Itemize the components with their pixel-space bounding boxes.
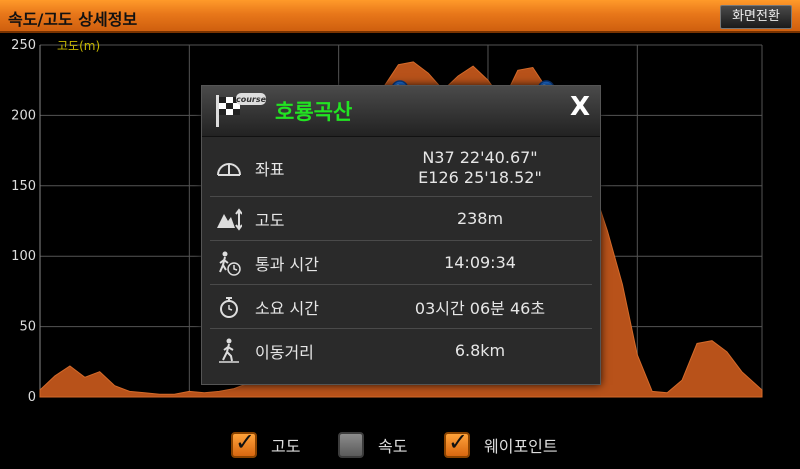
- toggle-label: 웨이포인트: [484, 437, 558, 456]
- stopwatch-icon: [220, 296, 238, 318]
- walker-clock-icon: [219, 251, 241, 276]
- toggle-waypoints[interactable]: ✓ 웨이포인트: [444, 428, 558, 460]
- toggle-label: 고도: [271, 437, 301, 456]
- y-axis-ticks: 250 200 150 100 50 0: [11, 38, 36, 403]
- detail-label: 통과 시간: [255, 254, 319, 274]
- y-tick-label: 200: [11, 108, 36, 123]
- detail-value-coordinates: N37 22'40.67" E126 25'18.52": [380, 148, 580, 188]
- waypoint-info-popup: course 호룡곡산 X 좌표 N37 22'40.67" E126 25'1…: [201, 85, 601, 385]
- detail-row-altitude: 고도 238m: [210, 197, 592, 241]
- course-flag-icon: course: [216, 93, 266, 127]
- detail-value-altitude: 238m: [456, 209, 504, 228]
- walking-person-icon: [219, 338, 239, 363]
- toggle-label: 속도: [378, 437, 408, 456]
- detail-row-elapsed-time: 소요 시간 03시간 06분 46초: [210, 285, 592, 329]
- legend-toggles: ✓ 고도 속도 ✓ 웨이포인트: [0, 428, 800, 460]
- detail-label: 고도: [255, 210, 285, 230]
- y-axis-label: 고도(m): [57, 39, 100, 53]
- detail-row-pass-time: 통과 시간 14:09:34: [210, 241, 592, 285]
- y-tick-label: 250: [11, 38, 36, 53]
- toggle-altitude[interactable]: ✓ 고도: [231, 428, 301, 460]
- popup-header: course 호룡곡산 X: [202, 86, 600, 137]
- course-badge-text: course: [236, 95, 266, 104]
- mountain-icon: [217, 207, 242, 231]
- gauge-icon: [217, 163, 241, 176]
- detail-value-distance: 6.8km: [454, 341, 506, 360]
- waypoint-checkbox[interactable]: ✓: [444, 428, 470, 458]
- popup-title: 호룡곡산: [275, 100, 353, 124]
- y-tick-label: 150: [11, 179, 36, 194]
- popup-detail-list: 좌표 N37 22'40.67" E126 25'18.52" 고도 238m: [210, 140, 592, 372]
- altitude-checkbox[interactable]: ✓: [231, 428, 257, 458]
- title-bar: 속도/고도 상세정보 화면전환: [0, 0, 800, 33]
- latitude-value: N37 22'40.67": [422, 148, 538, 167]
- close-button[interactable]: X: [570, 92, 590, 122]
- detail-value-elapsed-time: 03시간 06분 46초: [414, 298, 546, 318]
- detail-label: 좌표: [255, 160, 285, 179]
- detail-label: 이동거리: [255, 342, 314, 362]
- page-title: 속도/고도 상세정보: [8, 10, 138, 29]
- y-tick-label: 50: [19, 320, 36, 335]
- longitude-value: E126 25'18.52": [418, 168, 542, 187]
- detail-value-pass-time: 14:09:34: [444, 253, 516, 272]
- toggle-speed[interactable]: 속도: [338, 430, 407, 460]
- detail-label: 소요 시간: [255, 298, 319, 318]
- detail-row-coordinates: 좌표 N37 22'40.67" E126 25'18.52": [210, 140, 592, 197]
- speed-checkbox[interactable]: [338, 432, 364, 458]
- y-tick-label: 100: [11, 249, 36, 264]
- detail-row-distance: 이동거리 6.8km: [210, 329, 592, 372]
- y-tick-label: 0: [28, 390, 36, 403]
- switch-screen-button[interactable]: 화면전환: [720, 5, 792, 29]
